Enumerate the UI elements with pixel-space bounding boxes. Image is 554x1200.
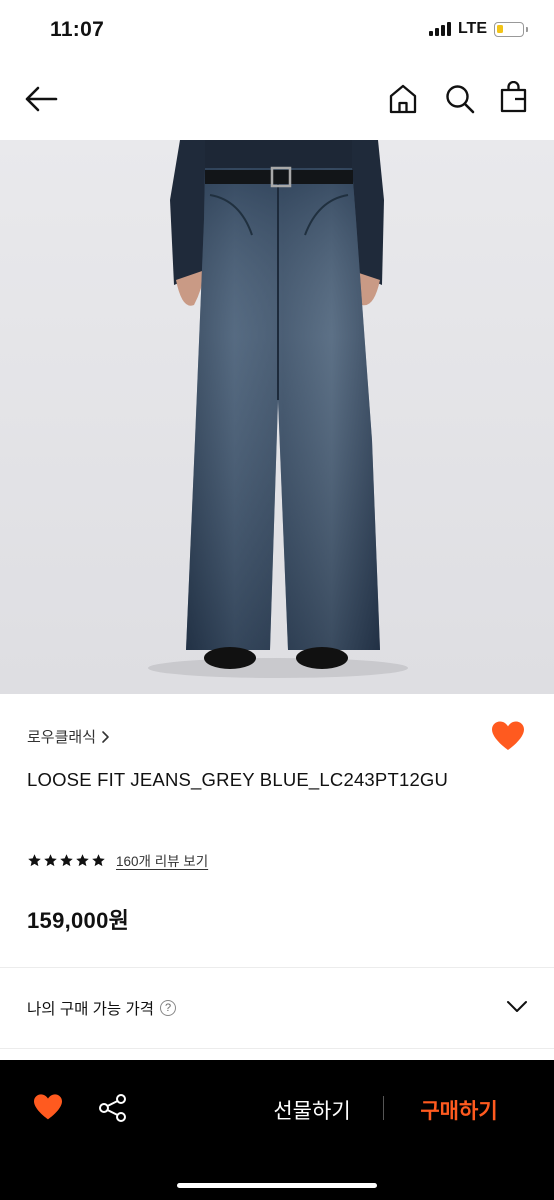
- battery-icon: [494, 21, 528, 37]
- heart-icon[interactable]: [32, 1093, 64, 1121]
- status-bar: 11:07 LTE: [0, 0, 554, 62]
- star-icon: [44, 853, 57, 866]
- gift-button[interactable]: 선물하기: [262, 1090, 362, 1130]
- divider: [0, 1048, 554, 1049]
- status-time: 11:07: [50, 18, 105, 41]
- network-type: LTE: [457, 20, 487, 37]
- review-link[interactable]: 160개 리뷰 보기: [116, 850, 208, 870]
- chevron-right-icon: [102, 730, 109, 743]
- my-price-label: 나의 구매 가능 가격: [27, 1001, 154, 1018]
- product-title: LOOSE FIT JEANS_GREY BLUE_LC243PT12GU: [27, 769, 449, 790]
- arrow-left-icon[interactable]: [24, 86, 58, 112]
- product-price: 159,000원: [27, 908, 130, 933]
- chevron-down-icon: [507, 1001, 527, 1012]
- signal-icon: [428, 22, 451, 36]
- star-icon: [28, 853, 41, 866]
- share-icon[interactable]: [98, 1093, 128, 1123]
- my-price-accordion[interactable]: 나의 구매 가능 가격 ?: [0, 968, 554, 1048]
- brand-name: 로우클래식: [27, 729, 97, 746]
- brand-link[interactable]: 로우클래식: [27, 726, 110, 747]
- rating-stars: [27, 853, 106, 868]
- heart-icon: [492, 721, 524, 750]
- home-indicator[interactable]: [177, 1183, 377, 1188]
- help-icon[interactable]: ?: [160, 1000, 176, 1016]
- home-icon[interactable]: [389, 84, 417, 114]
- product-photo[interactable]: [0, 140, 554, 694]
- nav-bar: [0, 62, 554, 140]
- star-icon: [76, 853, 89, 866]
- rating-row: 160개 리뷰 보기: [27, 850, 208, 870]
- status-indicators: LTE: [428, 20, 528, 38]
- my-price-label-wrap: 나의 구매 가능 가격 ?: [27, 997, 176, 1019]
- buy-button[interactable]: 구매하기: [406, 1090, 512, 1130]
- jeans-illustration: [0, 140, 554, 694]
- bottom-action-bar: 선물하기 구매하기: [0, 1060, 554, 1200]
- bar-separator: [383, 1096, 384, 1120]
- star-icon: [92, 853, 105, 866]
- star-icon: [60, 853, 73, 866]
- wishlist-button[interactable]: [490, 720, 528, 756]
- search-icon[interactable]: [445, 84, 475, 114]
- shopping-bag-icon[interactable]: [500, 81, 527, 113]
